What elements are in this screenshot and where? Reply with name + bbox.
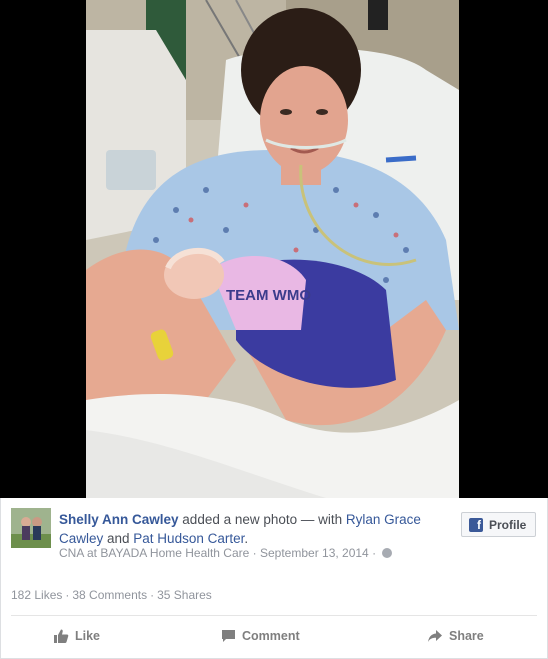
post-actions: Like Comment Share	[1, 616, 548, 656]
thumbs-up-icon	[54, 629, 69, 643]
photo-illustration: TEAM WMO	[86, 0, 459, 498]
meta-separator: ·	[368, 546, 380, 560]
shares-count[interactable]: 35 Shares	[157, 588, 212, 602]
avatar[interactable]	[11, 508, 51, 548]
shirt-text: TEAM WMO	[226, 287, 311, 304]
comments-count[interactable]: 38 Comments	[72, 588, 147, 602]
likes-count[interactable]: 182 Likes	[11, 588, 62, 602]
author-link[interactable]: Shelly Ann Cawley	[59, 512, 179, 527]
comment-icon	[222, 630, 235, 642]
facebook-icon: f	[469, 517, 483, 532]
meta-separator: ·	[249, 546, 260, 560]
avatar-image	[11, 508, 51, 548]
author-job[interactable]: CNA at BAYADA Home Health Care	[59, 546, 249, 560]
photo-viewer: TEAM WMO	[0, 0, 548, 498]
stats-separator: ·	[150, 588, 155, 602]
comment-button[interactable]: Comment	[221, 616, 300, 656]
post-headline: Shelly Ann Cawley added a new photo — wi…	[59, 510, 454, 548]
globe-icon	[382, 548, 393, 558]
share-button[interactable]: Share	[427, 616, 484, 656]
comment-label: Comment	[242, 629, 300, 643]
post-card: Shelly Ann Cawley added a new photo — wi…	[0, 498, 548, 659]
profile-button[interactable]: f Profile	[461, 512, 536, 537]
and-text: and	[103, 531, 134, 546]
share-arrow-icon	[428, 630, 442, 642]
stats-separator: ·	[65, 588, 70, 602]
post-meta: CNA at BAYADA Home Health Care · Septemb…	[59, 546, 393, 560]
post-stats: 182 Likes · 38 Comments · 35 Shares	[11, 588, 212, 602]
like-label: Like	[75, 629, 101, 643]
like-button[interactable]: Like	[53, 616, 100, 656]
action-text: added a new photo — with	[178, 512, 346, 527]
profile-button-label: Profile	[489, 517, 527, 532]
share-label: Share	[449, 629, 484, 643]
post-date[interactable]: September 13, 2014	[260, 546, 369, 560]
post-photo[interactable]: TEAM WMO	[86, 0, 459, 498]
tagged-user-link[interactable]: Pat Hudson Carter	[133, 531, 244, 546]
period-text: .	[244, 531, 249, 546]
